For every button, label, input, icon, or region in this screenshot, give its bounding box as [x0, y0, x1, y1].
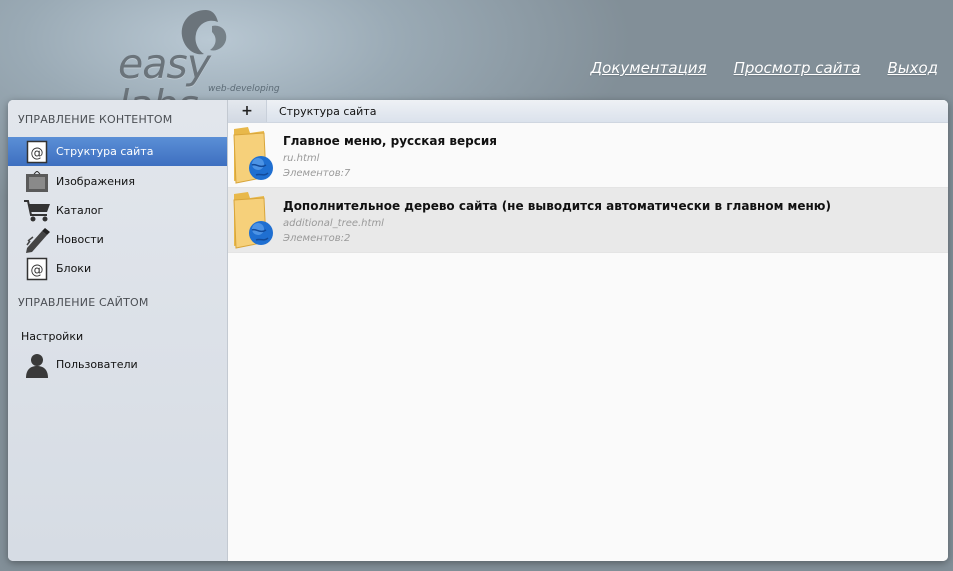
sidebar-item-settings[interactable]: Настройки: [21, 330, 83, 343]
item-count: Элементов:2: [283, 233, 351, 244]
main-content: + Структура сайта Главное меню, русская …: [228, 100, 948, 561]
toolbar: + Структура сайта: [228, 100, 948, 123]
item-title[interactable]: Главное меню, русская версия: [283, 134, 497, 148]
sidebar-item-label: Пользователи: [56, 358, 138, 371]
sidebar: УПРАВЛЕНИЕ КОНТЕНТОМ @ Структура сайта И…: [8, 100, 228, 561]
pencil-icon: [23, 227, 51, 253]
svg-text:@: @: [31, 146, 44, 161]
folder-globe-icon: [230, 125, 278, 189]
sidebar-item-label: Новости: [56, 233, 104, 246]
admin-panel: УПРАВЛЕНИЕ КОНТЕНТОМ @ Структура сайта И…: [8, 100, 948, 561]
item-url: ru.html: [283, 153, 320, 164]
svg-text:@: @: [31, 263, 44, 278]
top-nav: Документация Просмотр сайта Выход: [590, 59, 938, 77]
sidebar-item-catalog[interactable]: Каталог: [8, 196, 227, 225]
add-button[interactable]: +: [228, 100, 267, 122]
section-title-site: УПРАВЛЕНИЕ САЙТОМ: [18, 296, 149, 309]
section-title-content: УПРАВЛЕНИЕ КОНТЕНТОМ: [18, 113, 173, 126]
item-count: Элементов:7: [283, 168, 351, 179]
sidebar-item-label: Блоки: [56, 262, 92, 275]
logout-link[interactable]: Выход: [887, 59, 938, 77]
sidebar-item-users[interactable]: Пользователи: [8, 350, 227, 379]
at-sign-icon: @: [23, 139, 51, 165]
folder-globe-icon: [230, 190, 278, 254]
sidebar-item-label: Структура сайта: [56, 145, 154, 158]
view-site-link[interactable]: Просмотр сайта: [734, 59, 861, 77]
sidebar-item-site-structure[interactable]: @ Структура сайта: [8, 137, 227, 166]
shopping-cart-icon: [23, 198, 51, 224]
logo: easy labs web-developing: [110, 6, 300, 126]
page-title: Структура сайта: [279, 104, 377, 118]
item-url: additional_tree.html: [283, 218, 384, 229]
sidebar-item-label: Изображения: [56, 175, 135, 188]
logo-subtitle: web-developing: [208, 84, 280, 94]
user-icon: [23, 352, 51, 378]
picture-frame-icon: [23, 169, 51, 195]
list-item[interactable]: Дополнительное дерево сайта (не выводитс…: [228, 188, 948, 253]
item-title[interactable]: Дополнительное дерево сайта (не выводитс…: [283, 199, 831, 213]
sidebar-item-news[interactable]: Новости: [8, 225, 227, 254]
documentation-link[interactable]: Документация: [590, 59, 706, 77]
at-sign-icon: @: [23, 256, 51, 282]
list-item[interactable]: Главное меню, русская версия ru.html Эле…: [228, 123, 948, 188]
sidebar-item-label: Каталог: [56, 204, 104, 217]
sidebar-item-images[interactable]: Изображения: [8, 167, 227, 196]
sidebar-item-blocks[interactable]: @ Блоки: [8, 254, 227, 283]
